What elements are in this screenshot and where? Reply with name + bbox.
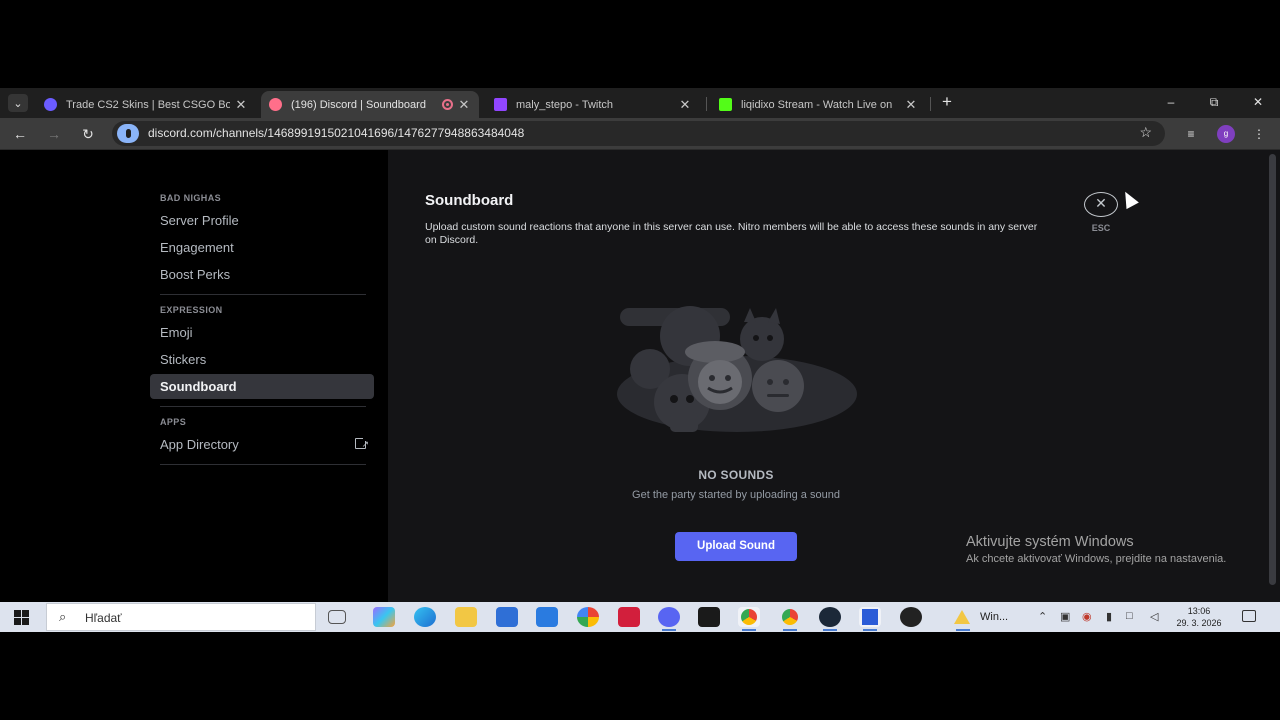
clock-date: 29. 3. 2026 — [1176, 618, 1222, 628]
bookmark-star-icon[interactable]: ☆ — [1139, 124, 1152, 141]
taskbar-clock[interactable]: 13:06 29. 3. 2026 — [1172, 605, 1226, 629]
windows-start-icon[interactable] — [14, 610, 29, 625]
steam-icon[interactable] — [819, 607, 841, 631]
tab-trade-cs2[interactable]: Trade CS2 Skins | Best CSGO Bo ✕ — [36, 91, 256, 118]
tab-twitch[interactable]: maly_stepo - Twitch ✕ — [486, 91, 700, 118]
close-settings-button[interactable]: ✕ — [1084, 192, 1118, 217]
empty-state-subtitle: Get the party started by uploading a sou… — [632, 489, 840, 501]
sidebar-item-label: App Directory — [160, 437, 239, 452]
windows-activation-subtitle: Ak chcete aktivovať Windows, prejdite na… — [966, 553, 1227, 565]
chrome-profile-icon[interactable] — [779, 607, 801, 631]
profile-avatar[interactable]: g — [1217, 125, 1235, 143]
dark-app-icon[interactable] — [698, 607, 720, 627]
microphone-site-info-icon[interactable] — [117, 124, 139, 143]
file-explorer-icon[interactable] — [455, 607, 477, 627]
tray-overflow-chevron-icon[interactable]: ⌃ — [1038, 610, 1047, 623]
search-placeholder: Hľadať — [85, 611, 122, 625]
browser-menu-icon[interactable]: ⋮ — [1249, 124, 1269, 144]
tray-volume-icon[interactable]: ◁ — [1150, 610, 1158, 623]
tab-favicon-icon — [269, 98, 282, 111]
external-link-icon — [355, 432, 369, 457]
page-description: Upload custom sound reactions that anyon… — [425, 221, 1038, 246]
tray-recording-icon[interactable]: ◉ — [1082, 610, 1092, 623]
esc-label: ESC — [1091, 223, 1111, 233]
discord-app-icon[interactable] — [658, 607, 680, 631]
sidebar-item-engagement[interactable]: Engagement — [150, 235, 374, 260]
red-app-icon[interactable] — [618, 607, 640, 627]
taskbar-window-label[interactable]: Win... — [980, 611, 1008, 623]
store-icon[interactable] — [496, 607, 518, 627]
tab-separator — [930, 97, 931, 111]
outlook-icon[interactable] — [536, 607, 558, 627]
browser-toolbar: ← → ↻ discord.com/channels/1468991915021… — [0, 118, 1280, 150]
colorful-app-icon[interactable] — [577, 607, 599, 627]
chrome-app-icon[interactable] — [738, 607, 760, 631]
window-close-icon[interactable]: ✕ — [1247, 92, 1269, 112]
windows-activation-title: Aktivujte systém Windows — [966, 534, 1134, 550]
back-arrow-icon[interactable]: ← — [10, 124, 30, 144]
app-icon[interactable] — [900, 607, 922, 627]
warning-app-icon[interactable] — [952, 607, 972, 631]
tab-favicon-icon — [719, 98, 732, 111]
windows-taskbar: ⌕ Hľadať Win... ⌃ ▣ ◉ ▮ □ ◁ 13:06 29. 3.… — [0, 602, 1280, 632]
blue-app-icon[interactable] — [859, 607, 881, 631]
forward-arrow-icon[interactable]: → — [44, 124, 64, 144]
tab-title: Trade CS2 Skins | Best CSGO Bo — [66, 98, 230, 111]
browser-tab-strip: ⌄ Trade CS2 Skins | Best CSGO Bo ✕ (196)… — [0, 88, 1280, 118]
empty-soundboard-illustration — [617, 306, 857, 432]
tab-close-icon[interactable]: ✕ — [234, 97, 248, 113]
search-icon: ⌕ — [59, 609, 67, 624]
recording-indicator-icon — [442, 99, 453, 110]
tab-title: maly_stepo - Twitch — [516, 98, 614, 111]
copilot-icon[interactable] — [373, 607, 395, 627]
new-tab-plus-icon[interactable]: + — [938, 93, 956, 111]
edge-icon[interactable] — [414, 607, 436, 627]
sidebar-item-boost-perks[interactable]: Boost Perks — [150, 262, 374, 287]
sidebar-item-server-profile[interactable]: Server Profile — [150, 208, 374, 233]
discord-settings: BAD NIGHAS Server Profile Engagement Boo… — [0, 150, 1280, 602]
empty-state-title: NO SOUNDS — [698, 468, 774, 482]
tab-close-icon[interactable]: ✕ — [678, 97, 692, 113]
sidebar-item-app-directory[interactable]: App Directory — [150, 432, 374, 457]
minimize-icon[interactable]: – — [1160, 92, 1182, 112]
url-text[interactable]: discord.com/channels/1468991915021041696… — [148, 126, 524, 140]
tab-discord-soundboard[interactable]: (196) Discord | Soundboard ✕ — [261, 91, 479, 118]
sidebar-item-soundboard[interactable]: Soundboard — [150, 374, 374, 399]
tab-title: liqidixo Stream - Watch Live on — [741, 98, 893, 111]
upload-sound-button[interactable]: Upload Sound — [675, 532, 797, 561]
tab-search-chevron-icon[interactable]: ⌄ — [8, 94, 28, 112]
tab-close-icon[interactable]: ✕ — [457, 97, 471, 113]
tray-microphone-icon[interactable]: ▮ — [1106, 610, 1112, 623]
sidebar-header-expression: EXPRESSION — [160, 305, 223, 315]
page-title: Soundboard — [425, 192, 514, 209]
restore-icon[interactable]: ⧉ — [1203, 92, 1225, 112]
sidebar-divider — [160, 464, 366, 465]
tab-separator — [706, 97, 707, 111]
sidebar-item-emoji[interactable]: Emoji — [150, 320, 374, 345]
reload-icon[interactable]: ↻ — [78, 124, 98, 144]
tab-kick[interactable]: liqidixo Stream - Watch Live on ✕ — [711, 91, 926, 118]
scrollbar-thumb[interactable] — [1269, 154, 1276, 585]
tab-favicon-icon — [494, 98, 507, 111]
tray-network-icon[interactable]: □ — [1126, 610, 1133, 622]
taskbar-search-input[interactable]: ⌕ Hľadať — [46, 603, 316, 631]
sidebar-header-server: BAD NIGHAS — [160, 193, 222, 203]
screen: ⌄ Trade CS2 Skins | Best CSGO Bo ✕ (196)… — [0, 88, 1280, 632]
sidebar-divider — [160, 406, 366, 407]
tab-close-icon[interactable]: ✕ — [904, 97, 918, 113]
tab-title: (196) Discord | Soundboard — [291, 98, 426, 111]
tray-app-icon[interactable]: ▣ — [1060, 610, 1070, 623]
sidebar-divider — [160, 294, 366, 295]
sidebar-item-stickers[interactable]: Stickers — [150, 347, 374, 372]
notifications-icon[interactable] — [1242, 610, 1256, 622]
tab-favicon-icon — [44, 98, 57, 111]
sidebar-header-apps: APPS — [160, 417, 187, 427]
task-view-icon[interactable] — [328, 610, 346, 624]
address-bar[interactable]: discord.com/channels/1468991915021041696… — [112, 121, 1165, 146]
media-controls-icon[interactable]: ≡ — [1181, 124, 1201, 144]
clock-time: 13:06 — [1187, 606, 1211, 616]
